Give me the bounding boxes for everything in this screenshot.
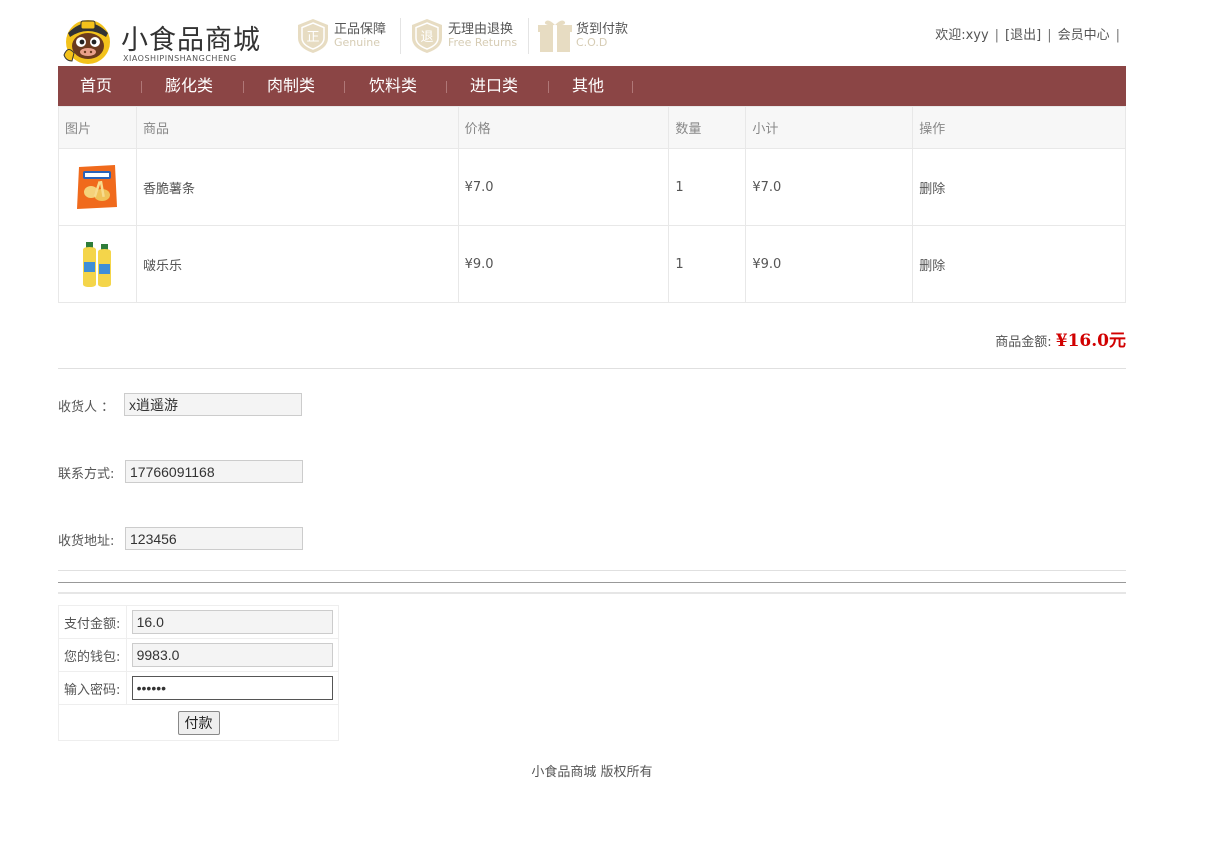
- fries-product-image[interactable]: [69, 159, 125, 215]
- nav-divider: [446, 81, 447, 93]
- nav-item-puffed[interactable]: 膨化类: [165, 66, 213, 106]
- wallet-row: 您的钱包:: [58, 638, 340, 672]
- drink-product-image[interactable]: [69, 236, 125, 292]
- recipient-input[interactable]: [124, 393, 302, 416]
- col-header-image: 图片: [58, 106, 137, 149]
- password-label: 输入密码:: [58, 671, 127, 705]
- product-price: ¥7.0: [457, 148, 670, 226]
- main-nav: 首页 膨化类 肉制类 饮料类 进口类 其他: [58, 66, 1126, 106]
- pay-button-row: 付款: [58, 704, 339, 741]
- nav-divider: [344, 81, 345, 93]
- site-logo[interactable]: 小食品商城 XIAOSHIPINSHANGCHENG: [58, 12, 268, 66]
- badge-genuine: 正 正品保障 Genuine: [296, 16, 396, 56]
- product-image-cell: [58, 225, 137, 303]
- product-name[interactable]: 啵乐乐: [135, 225, 459, 303]
- footer-copyright: 小食品商城 版权所有: [531, 765, 653, 780]
- user-links: 欢迎:xyy | [退出] | 会员中心 |: [935, 24, 1126, 43]
- badge-divider: [528, 18, 529, 54]
- badge-genuine-sub: Genuine: [334, 36, 381, 49]
- logo-title: 小食品商城: [121, 25, 261, 56]
- nav-item-home[interactable]: 首页: [80, 66, 112, 106]
- password-cell: [125, 671, 340, 705]
- cart-total-amount: ¥16.0元: [1055, 331, 1126, 351]
- badge-returns-sub: Free Returns: [448, 36, 518, 49]
- logout-link[interactable]: [退出]: [1005, 24, 1041, 43]
- site-header: 小食品商城 XIAOSHIPINSHANGCHENG 正 正品保障 Genuin…: [58, 10, 1126, 66]
- delete-link[interactable]: 删除: [912, 148, 1126, 226]
- phone-label: 联系方式:: [58, 467, 115, 482]
- divider: [58, 368, 1126, 369]
- link-separator: |: [1115, 28, 1120, 43]
- product-quantity: 1: [668, 225, 747, 303]
- nav-item-other[interactable]: 其他: [572, 66, 604, 106]
- cart-table: 图片 商品 价格 数量 小计 操作 香脆薯条 ¥7.0 1 ¥7.0 删除 啵乐…: [58, 106, 1126, 303]
- product-subtotal: ¥9.0: [745, 225, 914, 303]
- nav-item-drinks[interactable]: 饮料类: [369, 66, 417, 106]
- svg-text:正: 正: [306, 30, 319, 45]
- link-separator: |: [1047, 28, 1052, 43]
- table-row: 香脆薯条 ¥7.0 1 ¥7.0 删除: [58, 148, 1126, 226]
- address-input[interactable]: [125, 527, 303, 550]
- member-center-link[interactable]: 会员中心: [1058, 24, 1110, 43]
- product-price: ¥9.0: [457, 225, 670, 303]
- cart-total: 商品金额: ¥16.0元: [995, 326, 1126, 351]
- nav-divider: [141, 81, 142, 93]
- col-header-price: 价格: [457, 106, 670, 149]
- product-image-cell: [58, 148, 137, 226]
- col-header-quantity: 数量: [668, 106, 747, 149]
- nav-divider: [548, 81, 549, 93]
- product-quantity: 1: [668, 148, 747, 226]
- badge-returns-title: 无理由退换: [448, 22, 514, 37]
- returns-shield-icon: 退: [412, 19, 442, 53]
- logo-subtitle: XIAOSHIPINSHANGCHENG: [123, 54, 237, 63]
- address-row: 收货地址:: [58, 527, 318, 551]
- badge-cod-sub: C.O.D: [576, 36, 608, 49]
- cart-total-label: 商品金额:: [995, 335, 1052, 350]
- welcome-text: 欢迎:xyy: [935, 28, 989, 43]
- wallet-cell: [125, 638, 340, 672]
- recipient-label: 收货人 ：: [58, 400, 115, 415]
- divider: [58, 570, 1126, 571]
- payment-table: 支付金额: 您的钱包: 输入密码: 付款: [58, 605, 340, 741]
- genuine-shield-icon: 正: [298, 19, 328, 53]
- address-label: 收货地址:: [58, 534, 115, 549]
- payment-amount-cell: [125, 605, 340, 639]
- product-subtotal: ¥7.0: [745, 148, 914, 226]
- payment-amount-label: 支付金额:: [58, 605, 127, 639]
- password-input[interactable]: [131, 676, 333, 700]
- col-header-action: 操作: [912, 106, 1126, 149]
- recipient-row: 收货人 ：: [58, 393, 318, 417]
- badge-divider: [400, 18, 401, 54]
- link-separator: |: [994, 28, 1000, 43]
- wallet-label: 您的钱包:: [58, 638, 127, 672]
- mascot-logo-icon: [63, 20, 110, 64]
- payment-amount-input[interactable]: [131, 610, 333, 634]
- col-header-product: 商品: [135, 106, 459, 149]
- svg-text:退: 退: [420, 30, 433, 45]
- badge-genuine-title: 正品保障: [334, 22, 387, 37]
- wallet-input[interactable]: [131, 643, 333, 667]
- nav-divider: [243, 81, 244, 93]
- col-header-subtotal: 小计: [745, 106, 914, 149]
- phone-row: 联系方式:: [58, 460, 318, 484]
- pay-button-cell: 付款: [58, 704, 339, 741]
- payment-amount-row: 支付金额:: [58, 605, 340, 639]
- table-header-row: 图片 商品 价格 数量 小计 操作: [58, 106, 1126, 149]
- cod-gift-icon: [538, 20, 572, 52]
- badge-cod-title: 货到付款: [576, 22, 629, 37]
- phone-input[interactable]: [125, 460, 303, 483]
- product-name[interactable]: 香脆薯条: [135, 148, 459, 226]
- nav-divider: [632, 81, 633, 93]
- table-row: 啵乐乐 ¥9.0 1 ¥9.0 删除: [58, 225, 1126, 303]
- nav-item-meat[interactable]: 肉制类: [267, 66, 315, 106]
- double-divider: [58, 582, 1126, 594]
- delete-link[interactable]: 删除: [912, 225, 1126, 303]
- pay-button[interactable]: 付款: [177, 710, 220, 735]
- badge-cod: 货到付款 C.O.D: [538, 16, 638, 56]
- badge-returns: 退 无理由退换 Free Returns: [410, 16, 525, 56]
- nav-item-imported[interactable]: 进口类: [470, 66, 518, 106]
- password-row: 输入密码:: [58, 671, 340, 705]
